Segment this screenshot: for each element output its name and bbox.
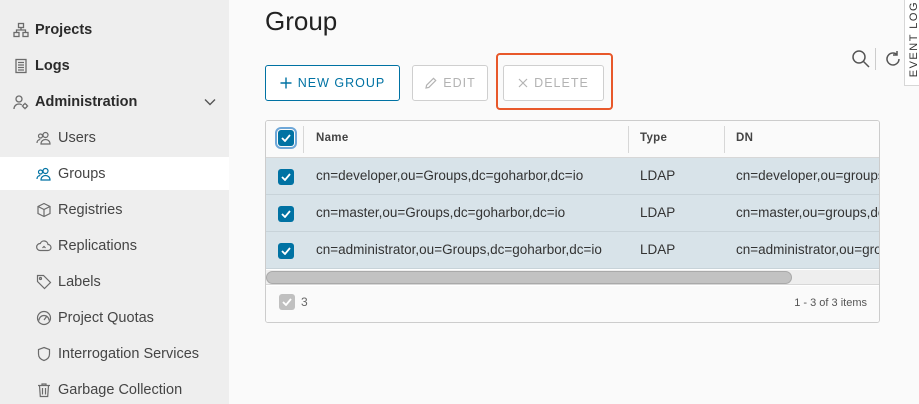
sidebar-item-label: Interrogation Services (58, 345, 200, 362)
table-row[interactable]: cn=developer,ou=Groups,dc=goharbor,dc=io… (266, 158, 879, 195)
page-title: Group (265, 6, 338, 36)
groups-icon (36, 166, 52, 182)
table-row[interactable]: cn=administrator,ou=Groups,dc=goharbor,d… (266, 232, 879, 269)
sidebar-item-garbage-collection[interactable]: Garbage Collection (0, 373, 229, 404)
sidebar-item-replications[interactable]: Replications (0, 229, 229, 262)
horizontal-scrollbar[interactable] (266, 270, 879, 285)
sidebar-item-project-quotas[interactable]: Project Quotas (0, 301, 229, 334)
main-content: Group NEW GROUP EDIT DELETE EVENT LOG Na… (229, 0, 919, 404)
sidebar-item-label: Logs (35, 57, 70, 74)
sidebar-item-projects[interactable]: Projects (0, 13, 229, 46)
sidebar-item-registries[interactable]: Registries (0, 193, 229, 226)
table-header: Name Type DN (266, 121, 879, 158)
cell-dn: cn=developer,ou=groups,dc=goharbor,dc=io (736, 168, 879, 183)
edit-button[interactable]: EDIT (412, 65, 488, 101)
sidebar-item-label: Registries (58, 201, 123, 218)
sidebar-item-interrogation-services[interactable]: Interrogation Services (0, 337, 229, 370)
row-checkbox[interactable] (278, 206, 294, 222)
labels-icon (36, 274, 52, 290)
cell-name: cn=master,ou=Groups,dc=goharbor,dc=io (316, 205, 566, 220)
projects-icon (13, 22, 29, 38)
cell-type: LDAP (640, 205, 676, 220)
column-header-type[interactable]: Type (640, 132, 667, 144)
column-separator[interactable] (628, 126, 629, 153)
sidebar-item-label: Groups (58, 165, 106, 182)
sidebar-item-label: Garbage Collection (58, 381, 183, 398)
pagination-info: 1 - 3 of 3 items (794, 297, 867, 309)
trash-icon (36, 382, 52, 398)
new-group-label: NEW GROUP (297, 76, 386, 90)
delete-button[interactable]: DELETE (503, 65, 604, 101)
plus-icon (280, 77, 292, 89)
refresh-icon[interactable] (883, 49, 903, 74)
scrollbar-thumb[interactable] (266, 271, 792, 284)
sidebar-item-label: Labels (58, 273, 101, 290)
close-icon (518, 78, 528, 88)
edit-label: EDIT (443, 76, 476, 90)
checkmark-icon (281, 210, 291, 218)
replications-icon (36, 238, 52, 254)
row-checkbox[interactable] (278, 169, 294, 185)
sidebar-item-groups[interactable]: Groups (0, 157, 229, 190)
logs-icon (13, 58, 29, 74)
groups-table: Name Type DN cn=developer,ou=Groups,dc=g… (265, 120, 880, 323)
checkmark-icon (281, 134, 291, 142)
column-separator[interactable] (724, 126, 725, 153)
pencil-icon (425, 76, 437, 89)
select-all-checkbox[interactable] (275, 127, 297, 149)
event-log-label: EVENT LOG (908, 0, 919, 77)
column-header-name[interactable]: Name (316, 132, 349, 144)
sidebar-item-logs[interactable]: Logs (0, 49, 229, 82)
cell-name: cn=developer,ou=Groups,dc=goharbor,dc=io (316, 168, 584, 183)
administration-icon (13, 94, 29, 110)
selected-count: 3 (301, 295, 308, 309)
interrogation-services-icon (36, 346, 52, 362)
table-footer: 3 1 - 3 of 3 items (266, 286, 879, 322)
sidebar-item-label: Replications (58, 237, 137, 254)
cell-name: cn=administrator,ou=Groups,dc=goharbor,d… (316, 242, 602, 257)
checkmark-icon (281, 247, 291, 255)
column-separator (303, 126, 304, 153)
sidebar-item-label: Projects (35, 21, 93, 38)
cell-type: LDAP (640, 168, 676, 183)
selected-count-checkbox (279, 294, 295, 310)
cell-dn: cn=administrator,ou=groups,dc=goharbor,d… (736, 242, 879, 257)
chevron-down-icon[interactable] (203, 95, 217, 109)
toolbar-divider (875, 48, 876, 70)
search-icon[interactable] (851, 49, 871, 74)
sidebar: Projects Logs Administration Users Group… (0, 0, 229, 404)
cell-type: LDAP (640, 242, 676, 257)
row-checkbox[interactable] (278, 243, 294, 259)
checkmark-icon (282, 298, 292, 306)
checkmark-icon (281, 173, 291, 181)
project-quotas-icon (36, 310, 52, 326)
table-row[interactable]: cn=master,ou=Groups,dc=goharbor,dc=io LD… (266, 195, 879, 232)
sidebar-item-users[interactable]: Users (0, 121, 229, 154)
users-icon (36, 130, 52, 146)
sidebar-item-label: Project Quotas (58, 309, 154, 326)
cell-dn: cn=master,ou=groups,dc=goharbor,dc=io (736, 205, 879, 220)
event-log-tab[interactable]: EVENT LOG (904, 0, 919, 86)
sidebar-item-labels[interactable]: Labels (0, 265, 229, 298)
registries-icon (36, 202, 52, 218)
sidebar-item-label: Administration (35, 93, 138, 110)
sidebar-item-administration[interactable]: Administration (0, 85, 229, 118)
new-group-button[interactable]: NEW GROUP (265, 65, 400, 101)
column-header-dn[interactable]: DN (736, 132, 753, 144)
sidebar-item-label: Users (58, 129, 96, 146)
delete-label: DELETE (534, 76, 589, 90)
